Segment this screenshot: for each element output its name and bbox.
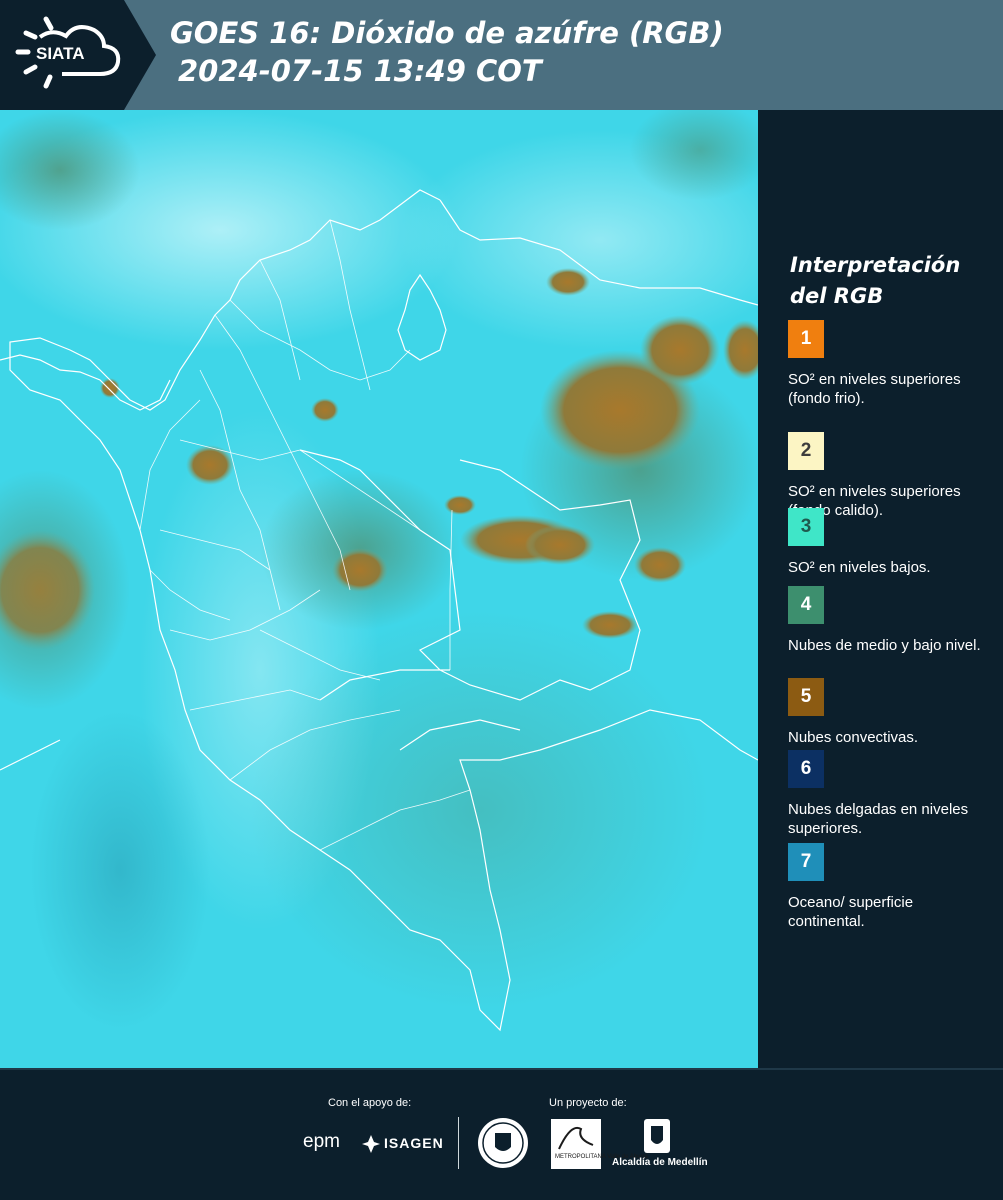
alcaldia-emblem-icon [644, 1119, 670, 1153]
legend-swatch: 3 [788, 508, 824, 546]
legend-panel: Interpretación del RGB 1 SO² en niveles s… [760, 110, 1003, 1068]
support-label: Con el apoyo de: [328, 1097, 412, 1109]
legend-label: SO² en niveles superiores (fondo frio). [788, 371, 961, 407]
legend-swatch: 7 [788, 843, 824, 881]
legend-swatch: 1 [788, 320, 824, 358]
legend-item: 2 SO² en niveles superiores (fondo calido… [788, 432, 988, 520]
legend-swatch: 4 [788, 586, 824, 624]
footer-vertical-divider [458, 1117, 459, 1169]
legend-swatch: 5 [788, 678, 824, 716]
area-metropolitana-logo [551, 1119, 601, 1169]
medellin-seal-icon [478, 1118, 528, 1168]
page-title: GOES 16: Dióxido de azúfre (RGB) [170, 16, 724, 50]
satellite-map [0, 110, 758, 1068]
legend-swatch: 6 [788, 750, 824, 788]
epm-logo-text: epm [303, 1131, 340, 1152]
map-canvas [0, 110, 758, 1068]
legend-label: Nubes de medio y bajo nivel. [788, 637, 981, 654]
legend-label: Oceano/ superficie continental. [788, 894, 914, 930]
epm-logo: epm [303, 1131, 340, 1153]
legend-item: 1 SO² en niveles superiores (fondo frio). [788, 320, 988, 408]
legend-label: Nubes delgadas en niveles superiores. [788, 801, 969, 837]
logo-text: SIATA [36, 44, 85, 63]
isagen-mark-icon [362, 1135, 380, 1153]
alcaldia-logo-text: Alcaldía de Medellín [612, 1157, 708, 1168]
legend-title: Interpretación del RGB [790, 253, 961, 308]
legend-swatch: 2 [788, 432, 824, 470]
isagen-logo: ISAGEN [384, 1135, 444, 1151]
project-label: Un proyecto de: [549, 1097, 627, 1109]
legend-item: 6 Nubes delgadas en niveles superiores. [788, 750, 988, 838]
legend-item: 7 Oceano/ superficie continental. [788, 843, 988, 931]
legend-item: 4 Nubes de medio y bajo nivel. [788, 586, 988, 674]
legend-item: 3 SO² en niveles bajos. [788, 508, 988, 596]
page-subtitle-timestamp: 2024-07-15 13:49 COT [178, 54, 542, 88]
